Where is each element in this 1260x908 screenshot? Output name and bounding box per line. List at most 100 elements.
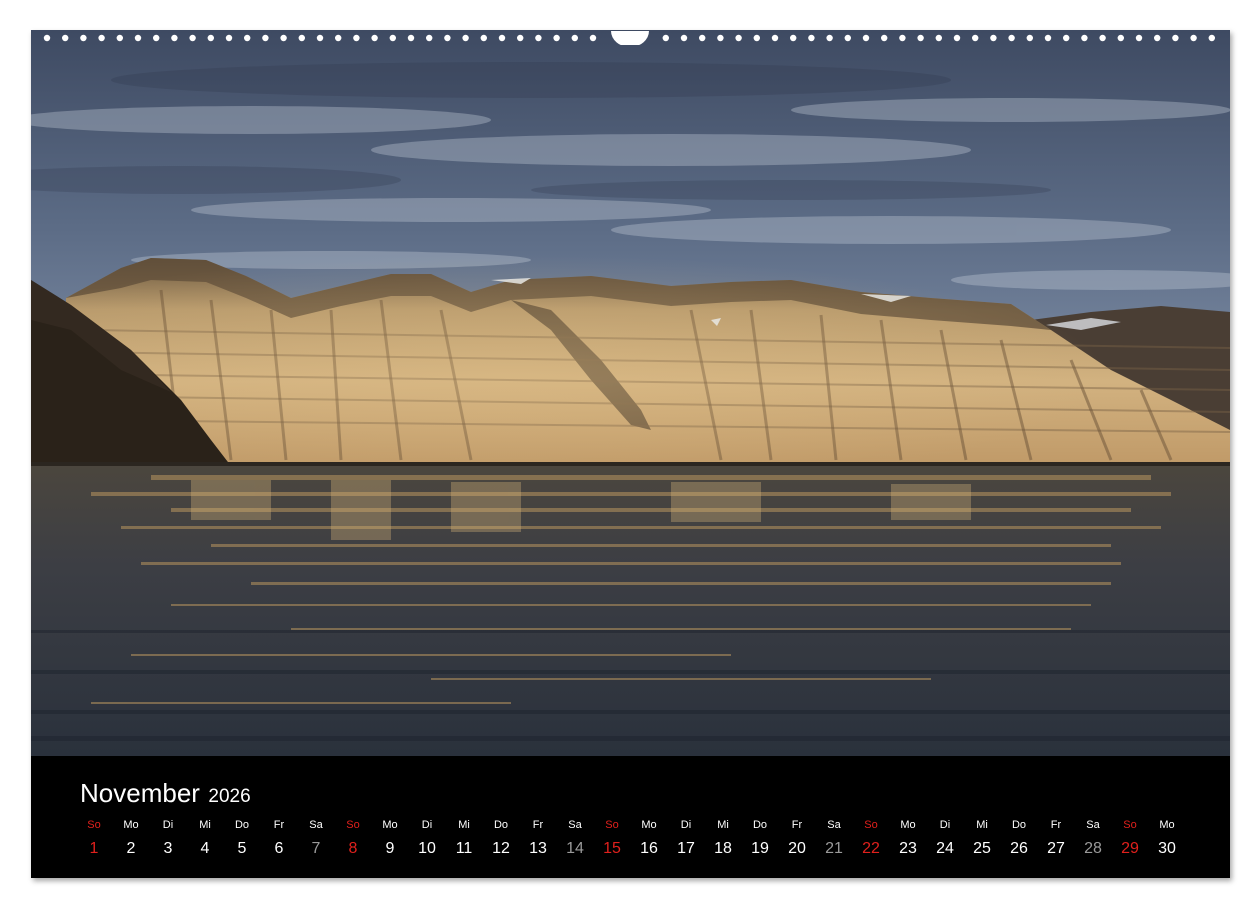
spiral-binding — [31, 31, 1230, 45]
binding-hole — [1063, 34, 1070, 42]
binding-hole — [553, 34, 560, 42]
day-column: Mi 11 — [444, 756, 484, 878]
binding-hole — [717, 34, 724, 42]
binding-hole — [480, 34, 487, 42]
binding-hole — [1008, 34, 1015, 42]
binding-hole — [444, 34, 451, 42]
day-number: 28 — [1084, 840, 1102, 857]
weekday-label: Fr — [273, 819, 285, 831]
day-column: Do 5 — [222, 756, 262, 878]
binding-hole — [699, 34, 706, 42]
binding-hole — [153, 34, 160, 42]
day-number: 15 — [603, 840, 621, 857]
binding-hole — [407, 34, 415, 42]
binding-hole — [335, 34, 342, 42]
binding-hole — [426, 34, 433, 42]
binding-hole — [826, 34, 833, 42]
weekday-label: So — [864, 819, 878, 831]
weekday-label: Mi — [458, 819, 470, 831]
binding-hole — [735, 34, 742, 42]
day-number: 25 — [973, 840, 991, 857]
binding-hole — [462, 34, 469, 42]
binding-hole — [116, 34, 124, 42]
binding-hole — [353, 34, 360, 42]
weekday-label: Sa — [568, 819, 582, 831]
day-column: So 1 — [74, 756, 114, 878]
day-column: Di 10 — [407, 756, 447, 878]
weekday-label: Di — [680, 819, 692, 831]
binding-hole — [844, 34, 851, 42]
calendar-strip: November 2026 So 1 Mo 2 Di 3 Mi 4 Do 5 Fr 6 Sa 7 So 8 Mo… — [31, 756, 1230, 878]
weekday-label: So — [1123, 819, 1137, 831]
day-number: 27 — [1047, 840, 1065, 857]
weekday-label: Mo — [900, 819, 916, 831]
day-number: 26 — [1010, 840, 1028, 857]
weekday-label: Mo — [1159, 819, 1175, 831]
day-number: 3 — [163, 840, 173, 857]
weekday-label: Mi — [717, 819, 729, 831]
weekday-label: Di — [939, 819, 951, 831]
binding-hole — [80, 34, 87, 42]
binding-hole — [790, 34, 797, 42]
binding-hole — [917, 34, 924, 42]
day-number: 11 — [455, 840, 473, 857]
binding-hole — [1044, 34, 1052, 42]
day-number: 29 — [1121, 840, 1139, 857]
day-number: 2 — [126, 840, 136, 857]
landscape-photo — [31, 30, 1230, 756]
day-column: Sa 28 — [1073, 756, 1113, 878]
binding-hole — [753, 34, 760, 42]
calendar-page: November 2026 So 1 Mo 2 Di 3 Mi 4 Do 5 Fr 6 Sa 7 So 8 Mo… — [31, 30, 1230, 878]
day-column: So 8 — [333, 756, 373, 878]
binding-hole — [1081, 34, 1088, 42]
binding-hole — [1135, 34, 1143, 42]
binding-hole — [43, 34, 51, 42]
binding-hole — [589, 34, 597, 42]
day-column: Do 26 — [999, 756, 1039, 878]
day-column: Mi 25 — [962, 756, 1002, 878]
binding-hole — [1026, 34, 1033, 42]
day-number: 16 — [640, 840, 658, 857]
weekday-label: Do — [493, 819, 509, 831]
day-number: 12 — [492, 840, 510, 857]
day-number: 18 — [714, 840, 732, 857]
day-column: Fr 20 — [777, 756, 817, 878]
day-number: 30 — [1158, 840, 1176, 857]
day-column: Do 19 — [740, 756, 780, 878]
day-number: 23 — [899, 840, 917, 857]
weekday-label: So — [605, 819, 619, 831]
binding-hole — [280, 34, 287, 42]
weekday-label: Di — [421, 819, 433, 831]
day-column: Di 3 — [148, 756, 188, 878]
hanger-notch — [611, 31, 649, 45]
binding-holes — [43, 31, 1216, 45]
weekday-label: Do — [752, 819, 768, 831]
day-column: So 29 — [1110, 756, 1150, 878]
binding-hole — [262, 34, 269, 42]
weekday-label: Sa — [827, 819, 841, 831]
day-column: Do 12 — [481, 756, 521, 878]
weekday-label: So — [87, 819, 101, 831]
day-column: Mo 30 — [1147, 756, 1187, 878]
weekday-label: Fr — [532, 819, 544, 831]
weekday-label: Do — [1011, 819, 1027, 831]
binding-hole — [862, 34, 870, 42]
day-column: Mo 2 — [111, 756, 151, 878]
binding-hole — [881, 34, 888, 42]
day-number: 4 — [200, 840, 210, 857]
binding-hole — [1154, 34, 1161, 42]
day-column: Mo 16 — [629, 756, 669, 878]
binding-hole — [535, 34, 542, 42]
binding-hole — [225, 34, 233, 42]
binding-hole — [662, 34, 669, 42]
weekday-label: Sa — [309, 819, 323, 831]
day-number: 1 — [89, 840, 99, 857]
binding-hole — [171, 34, 178, 42]
binding-hole — [990, 34, 997, 42]
day-number: 5 — [237, 840, 247, 857]
day-number: 8 — [348, 840, 358, 857]
day-number: 24 — [936, 840, 954, 857]
weekday-label: Do — [234, 819, 250, 831]
binding-hole — [1099, 34, 1106, 42]
day-column: Mi 18 — [703, 756, 743, 878]
